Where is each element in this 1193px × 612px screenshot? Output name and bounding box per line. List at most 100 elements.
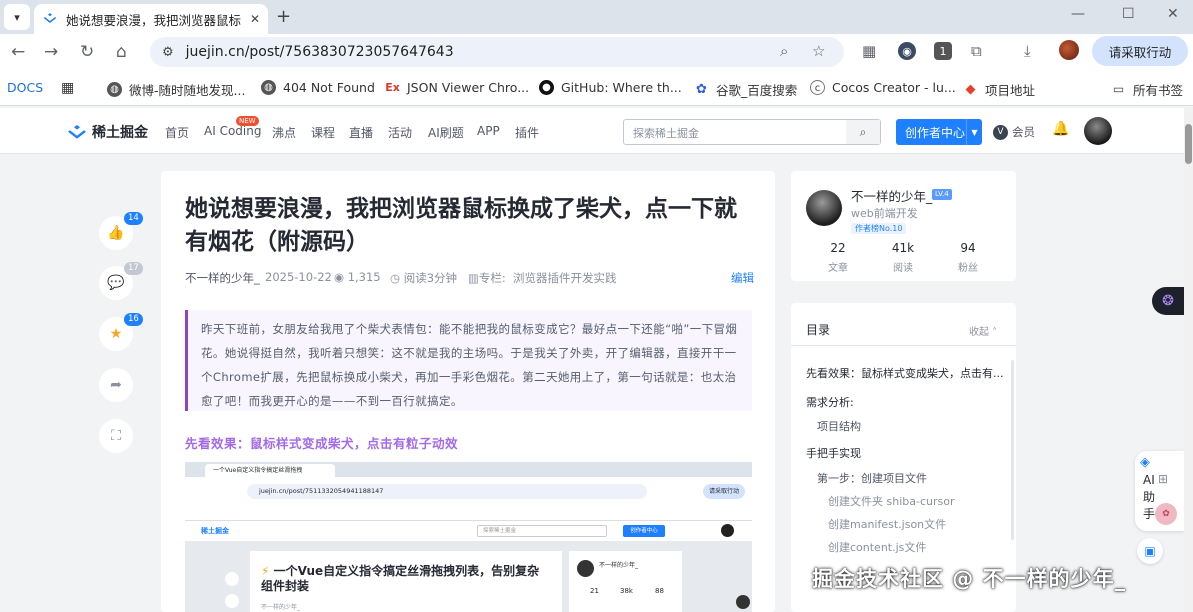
baidu-paw-icon: ✿ xyxy=(696,82,707,97)
notification-bell-icon[interactable]: 🔔 xyxy=(1052,121,1069,137)
edit-link[interactable]: 编辑 xyxy=(731,270,754,286)
request-action-button[interactable]: 请采取行动 xyxy=(1092,36,1188,66)
grid-plus-icon[interactable]: ⊞ xyxy=(1158,472,1168,486)
toc-item[interactable]: 项目结构 xyxy=(817,418,861,434)
bookmark-star-icon[interactable]: ☆ xyxy=(812,42,825,60)
address-bar[interactable]: ⚙ juejin.cn/post/7563830723057647643 xyxy=(150,37,844,67)
bookmark-404[interactable]: ◍ 404 Not Found xyxy=(261,80,375,95)
stat-reads-value: 41k xyxy=(891,241,915,255)
article-author[interactable]: 不一样的少年_ xyxy=(185,270,260,286)
favorite-button[interactable]: ★ 16 xyxy=(99,313,143,351)
toc-item[interactable]: 创建文件夹 shiba-cursor xyxy=(828,493,954,509)
bookmark-baidu[interactable]: ✿ 谷歌_百度搜索 xyxy=(694,80,797,99)
focus-mode-icon: ⛶ xyxy=(111,428,121,444)
extensions-puzzle-icon[interactable]: ⧉ xyxy=(971,42,982,60)
bookmark-docs[interactable]: DOCS xyxy=(7,80,43,95)
stat-followers-value: 94 xyxy=(960,241,976,255)
search-input[interactable]: 探索稀土掘金 ⌕ xyxy=(623,119,881,145)
rank-badge: 作者榜No.10 xyxy=(851,223,907,234)
bookmark-all[interactable]: ▭ 所有书签 xyxy=(1111,80,1183,99)
page-scrollbar[interactable] xyxy=(1184,108,1193,612)
nav-plugins[interactable]: 插件 xyxy=(515,124,539,141)
clock-icon: ◷ xyxy=(390,271,404,285)
bookmark-json-viewer[interactable]: Ex JSON Viewer Chro... xyxy=(385,80,529,95)
bookmark-github[interactable]: ● GitHub: Where th... xyxy=(539,80,682,95)
search-icon[interactable]: ⌕ xyxy=(846,120,880,144)
reload-icon[interactable]: ↻ xyxy=(80,42,94,62)
toc-item[interactable]: 手把手实现 xyxy=(806,445,861,461)
toc-item[interactable]: 创建content.js文件 xyxy=(828,539,926,555)
home-icon[interactable]: ⌂ xyxy=(116,42,127,62)
gitlab-fox-icon: ◆ xyxy=(965,82,976,97)
scrollbar-thumb[interactable] xyxy=(1185,124,1192,164)
extension-badge-icon[interactable]: 1 xyxy=(934,42,952,60)
column-link[interactable]: 浏览器插件开发实践 xyxy=(513,270,617,286)
fullscreen-button[interactable]: ⛶ xyxy=(99,419,133,453)
floating-ai-button[interactable]: ❂ xyxy=(1152,287,1184,315)
close-window-icon[interactable]: ✕ xyxy=(1167,6,1179,22)
like-button[interactable]: 👍 14 xyxy=(99,212,143,250)
nav-events[interactable]: 活动 xyxy=(388,124,412,141)
creator-center-button[interactable]: 创作者中心 ▼ xyxy=(896,119,982,145)
bookmark-cocos[interactable]: c Cocos Creator - lu... xyxy=(810,80,956,95)
embedded-profile-name: 不一样的少年_ xyxy=(599,562,639,569)
thumbs-up-icon: 👍 xyxy=(107,225,125,241)
nav-home[interactable]: 首页 xyxy=(165,124,189,141)
toc-scrollbar[interactable] xyxy=(1011,360,1014,540)
stat-followers-label: 粉丝 xyxy=(958,263,978,274)
nav-pins[interactable]: 沸点 xyxy=(272,124,296,141)
toc-divider xyxy=(791,345,1016,346)
forward-icon[interactable]: → xyxy=(44,42,58,62)
close-tab-icon[interactable]: ✕ xyxy=(250,12,260,26)
juejin-logo[interactable]: 稀土掘金 xyxy=(66,122,148,142)
toc-item[interactable]: 先看效果：鼠标样式变成柴犬，点击有... xyxy=(806,365,1004,381)
user-avatar[interactable] xyxy=(1084,117,1112,145)
github-icon: ● xyxy=(539,80,554,95)
embedded-title: ⚡ 一个Vue自定义指令搞定丝滑拖拽列表，告别复杂组件封装 xyxy=(261,564,551,594)
new-tab-button[interactable]: + xyxy=(276,6,291,27)
caret-down-icon[interactable]: ▼ xyxy=(966,119,982,145)
toc-item[interactable]: 第一步：创建项目文件 xyxy=(817,470,927,486)
extension-face-icon[interactable]: ◉ xyxy=(898,42,916,60)
vip-link[interactable]: V 会员 xyxy=(993,124,1035,140)
toc-collapse-button[interactable]: 收起 ˄ xyxy=(969,323,997,338)
back-icon[interactable]: ← xyxy=(11,42,25,62)
nav-app[interactable]: APP xyxy=(477,124,500,138)
nav-ai-coding[interactable]: AI Coding xyxy=(204,124,261,138)
nav-ai-practice[interactable]: AI刷题 xyxy=(428,124,464,141)
active-tab[interactable]: 她说想要浪漫，我把浏览器鼠标 ✕ xyxy=(34,4,268,34)
maximize-icon[interactable]: ☐ xyxy=(1122,6,1135,22)
author-avatar[interactable] xyxy=(806,190,842,226)
toc-item[interactable]: 需求分析: xyxy=(806,394,854,410)
nav-courses[interactable]: 课程 xyxy=(311,124,335,141)
minimize-icon[interactable]: — xyxy=(1071,6,1085,22)
zoom-icon[interactable]: ⌕ xyxy=(780,42,788,60)
qr-extension-icon[interactable]: ▦ xyxy=(862,42,876,60)
author-name[interactable]: 不一样的少年_ xyxy=(851,186,932,205)
embedded-creator: 创作者中心 xyxy=(623,525,665,537)
bookmark-weibo[interactable]: ◍ 微博-随时随地发现... xyxy=(107,80,245,99)
profile-avatar[interactable] xyxy=(1059,40,1079,60)
bookmark-label: JSON Viewer Chro... xyxy=(407,80,530,95)
site-info-icon[interactable]: ⚙ xyxy=(162,45,174,60)
bookmark-gitlab[interactable]: ◆ 项目地址 xyxy=(963,80,1036,99)
toc-item[interactable]: 创建manifest.json文件 xyxy=(828,516,946,532)
mascot-icon[interactable]: ✿ xyxy=(1155,503,1177,525)
apps-grid-icon[interactable]: ▦ xyxy=(61,80,74,96)
vip-label: 会员 xyxy=(1012,125,1035,139)
feedback-icon[interactable]: ▣ xyxy=(1137,538,1163,564)
creator-label: 创作者中心 xyxy=(905,125,966,140)
view-count-value: 1,315 xyxy=(347,270,381,284)
stat-articles-label: 文章 xyxy=(828,263,848,274)
nav-live[interactable]: 直播 xyxy=(349,124,373,141)
bookmark-label: 谷歌_百度搜索 xyxy=(716,83,798,98)
download-icon[interactable]: ⤓ xyxy=(1024,42,1031,60)
logo-text: 稀土掘金 xyxy=(92,125,148,141)
tab-search-button[interactable]: ▾ xyxy=(4,4,30,30)
share-button[interactable]: ➦ xyxy=(99,368,133,402)
favorite-count: 16 xyxy=(124,313,143,326)
extension-badge-count: 1 xyxy=(939,44,947,58)
level-badge: LV.4 xyxy=(932,189,952,200)
article-title: 她说想要浪漫，我把浏览器鼠标换成了柴犬，点一下就有烟花（附源码） xyxy=(185,196,737,255)
comment-button[interactable]: 💬 17 xyxy=(99,262,143,300)
